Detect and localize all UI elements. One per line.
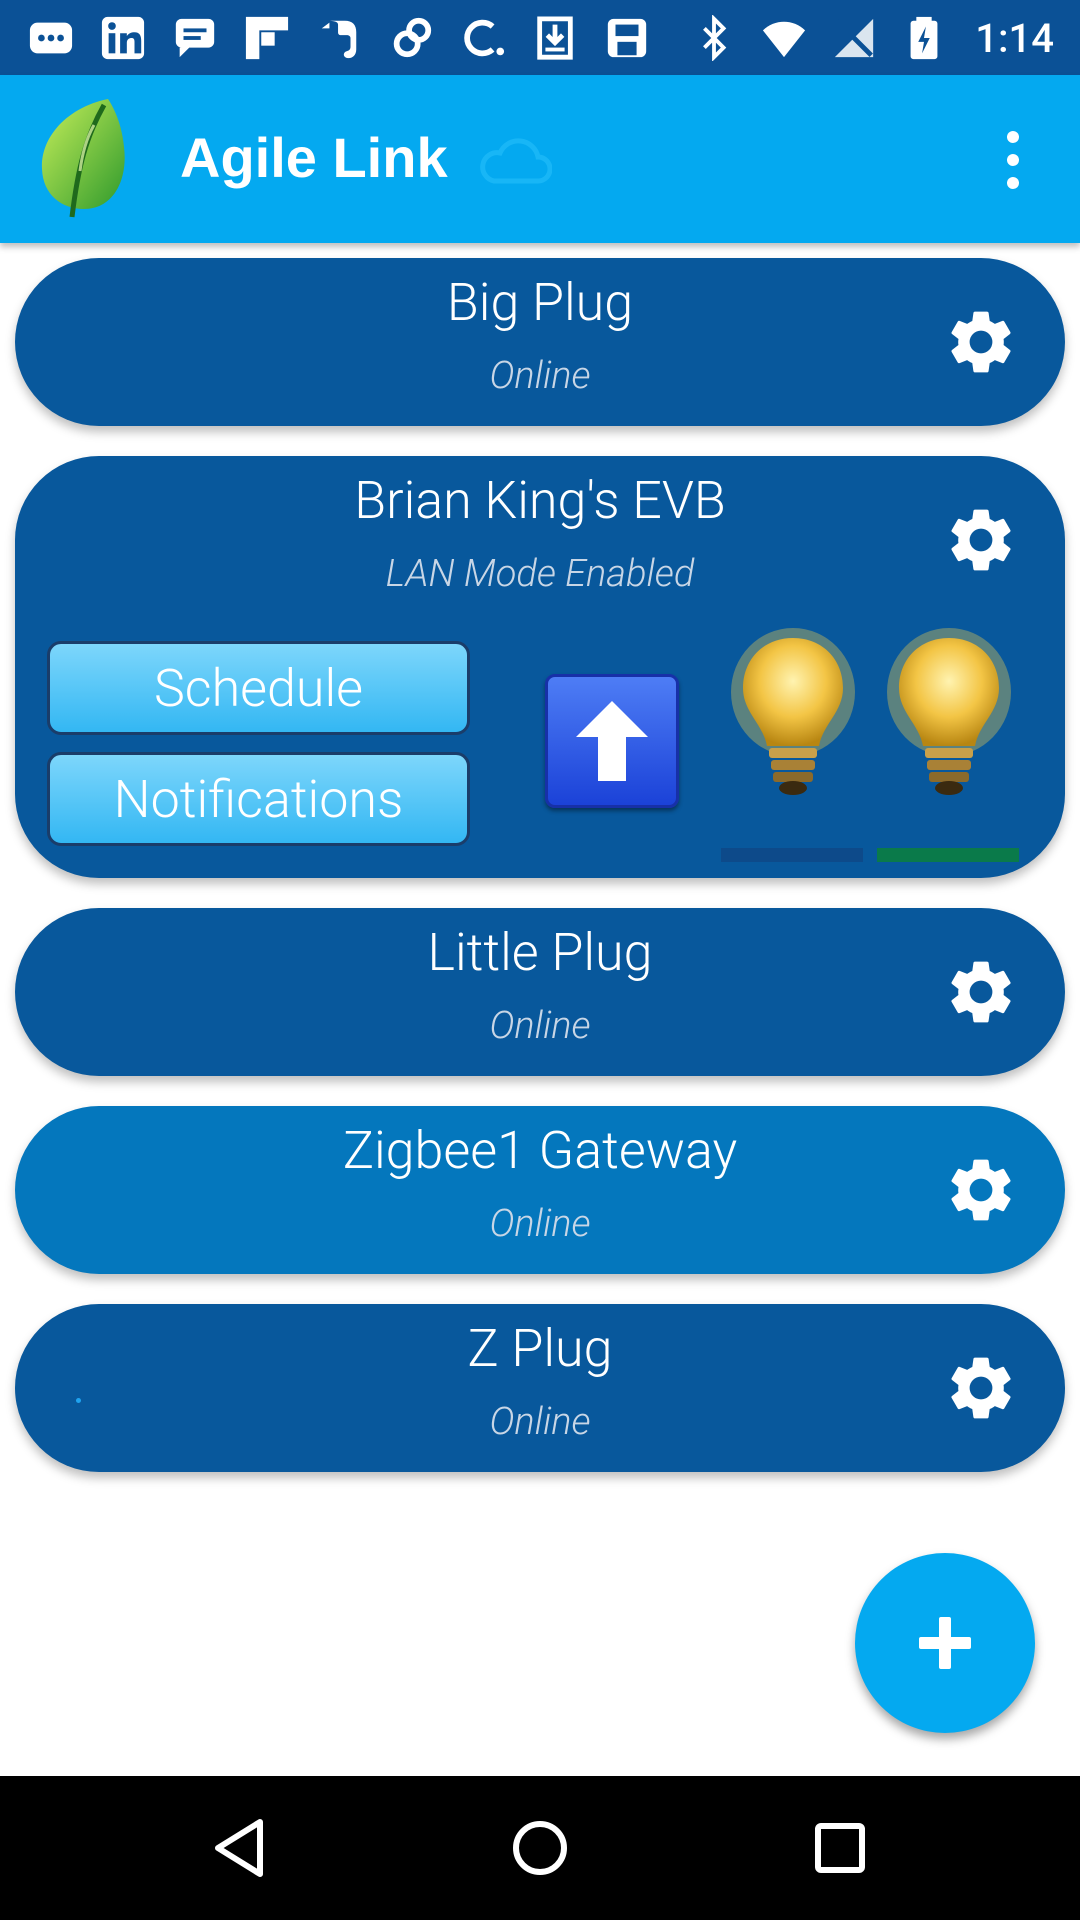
home-icon[interactable] — [504, 1812, 576, 1884]
light-bulb-icon-2[interactable] — [877, 626, 1021, 816]
cloud-icon[interactable] — [476, 135, 552, 187]
link-icon — [386, 14, 436, 62]
evernote-icon — [314, 14, 364, 62]
device-status: LAN Mode Enabled — [385, 552, 695, 596]
device-status: Online — [489, 1202, 591, 1246]
device-name: Big Plug — [446, 272, 634, 333]
chat-icon — [170, 14, 220, 62]
status-bar: 1:14 — [0, 0, 1080, 75]
back-icon[interactable] — [204, 1812, 276, 1884]
device-card-z-plug[interactable]: Z Plug Online — [15, 1304, 1065, 1472]
device-name: Z Plug — [467, 1318, 613, 1379]
no-signal-icon — [829, 14, 879, 62]
wifi-icon — [759, 14, 809, 62]
overflow-menu-icon[interactable] — [995, 125, 1031, 195]
plus-icon — [919, 1617, 971, 1669]
device-status: Online — [489, 1400, 591, 1444]
device-card-little-plug[interactable]: Little Plug Online — [15, 908, 1065, 1076]
light-bulb-icon-1[interactable] — [721, 626, 865, 816]
bluetooth-icon — [689, 14, 739, 62]
schedule-button[interactable]: Schedule — [47, 641, 470, 735]
save-icon — [602, 14, 652, 62]
upload-arrow-button[interactable] — [545, 674, 679, 808]
settings-gear-icon[interactable] — [943, 1152, 1019, 1228]
linkedin-icon — [98, 14, 148, 62]
notifications-button[interactable]: Notifications — [47, 752, 470, 846]
arrow-up-icon — [576, 701, 648, 781]
device-status: Online — [489, 1004, 591, 1048]
clock: 1:14 — [975, 14, 1054, 62]
recents-icon[interactable] — [804, 1812, 876, 1884]
settings-gear-icon[interactable] — [943, 502, 1019, 578]
device-status: Online — [489, 354, 591, 398]
notification-icons — [26, 14, 652, 62]
bulb-1-indicator — [721, 848, 863, 862]
battery-charging-icon — [899, 14, 949, 62]
system-icons: 1:14 — [689, 14, 1054, 62]
add-device-button[interactable] — [855, 1553, 1035, 1733]
download-icon — [530, 14, 580, 62]
device-name: Little Plug — [427, 922, 653, 983]
indicator-dot — [76, 1398, 81, 1403]
c-app-icon — [458, 14, 508, 62]
messaging-icon — [26, 14, 76, 62]
flipboard-icon — [242, 14, 292, 62]
bulb-2-indicator — [877, 848, 1019, 862]
navigation-bar — [0, 1776, 1080, 1920]
leaf-logo-icon — [41, 99, 125, 218]
device-card-brian-kings-evb[interactable]: Brian King's EVB LAN Mode Enabled Schedu… — [15, 456, 1065, 878]
settings-gear-icon[interactable] — [943, 954, 1019, 1030]
app-bar: Agile Link — [0, 75, 1080, 243]
settings-gear-icon[interactable] — [943, 304, 1019, 380]
device-card-big-plug[interactable]: Big Plug Online — [15, 258, 1065, 426]
device-name: Brian King's EVB — [354, 470, 726, 531]
settings-gear-icon[interactable] — [943, 1350, 1019, 1426]
device-name: Zigbee1 Gateway — [342, 1120, 738, 1181]
app-title: Agile Link — [180, 126, 448, 189]
device-card-zigbee1-gateway[interactable]: Zigbee1 Gateway Online — [15, 1106, 1065, 1274]
